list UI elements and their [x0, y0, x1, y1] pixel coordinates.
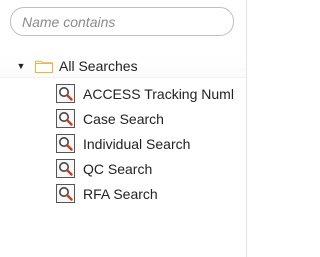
searches-tree: ▼ All Searches ACCESS Tracking Numl Case… [0, 55, 246, 206]
name-contains-search-input[interactable] [10, 7, 234, 36]
tree-item-individual-search[interactable]: Individual Search [0, 131, 246, 156]
tree-item-label: ACCESS Tracking Numl [83, 85, 234, 102]
tree-item-label: RFA Search [83, 185, 158, 202]
tree-item-access-tracking[interactable]: ACCESS Tracking Numl [0, 81, 246, 106]
tree-root-label: All Searches [59, 58, 138, 74]
folder-icon [35, 60, 53, 73]
tree-children: ACCESS Tracking Numl Case Search Individ… [0, 81, 246, 206]
tree-item-case-search[interactable]: Case Search [0, 106, 246, 131]
tree-item-label: Case Search [83, 110, 164, 127]
tree-item-label: Individual Search [83, 135, 191, 152]
tree-item-qc-search[interactable]: QC Search [0, 156, 246, 181]
collapse-triangle-icon[interactable]: ▼ [15, 60, 27, 72]
search-icon [56, 184, 75, 203]
tree-node-all-searches[interactable]: ▼ All Searches [0, 55, 246, 78]
search-tree-panel: ▼ All Searches ACCESS Tracking Numl [0, 0, 247, 257]
search-icon [56, 109, 75, 128]
tree-item-rfa-search[interactable]: RFA Search [0, 181, 246, 206]
search-icon [56, 84, 75, 103]
search-icon [56, 159, 75, 178]
search-icon [56, 134, 75, 153]
tree-item-label: QC Search [83, 160, 153, 177]
